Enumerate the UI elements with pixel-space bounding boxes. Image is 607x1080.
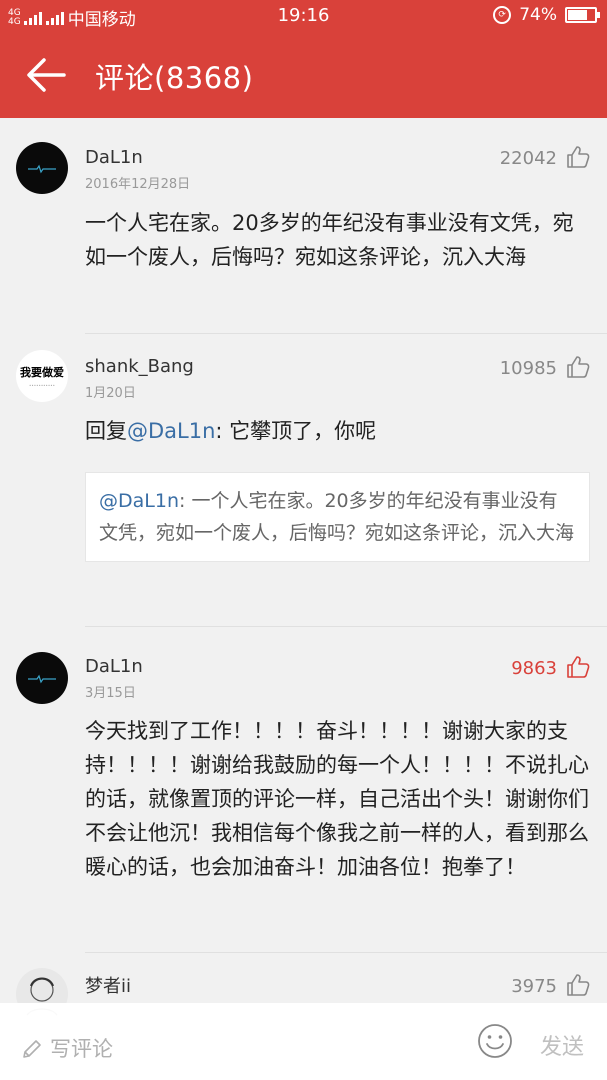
avatar[interactable] xyxy=(16,652,68,704)
battery-fill xyxy=(568,10,587,20)
app-header: 评论(8368) xyxy=(0,32,607,118)
avatar-subtext-decoration: ••••••••••• xyxy=(29,383,55,388)
comment-date: 2016年12月28日 xyxy=(85,177,191,192)
thumbs-up-icon[interactable] xyxy=(565,654,591,680)
comment-date: 3月15日 xyxy=(85,686,136,701)
username[interactable]: DaL1n xyxy=(85,656,143,677)
reply-prefix: 回复 xyxy=(85,419,127,443)
reply-text: 回复@DaL1n: 它攀顶了，你呢 xyxy=(85,414,591,448)
thumbs-up-icon[interactable] xyxy=(565,972,591,998)
avatar[interactable]: 我要做爱 ••••••••••• xyxy=(16,350,68,402)
comment-input-bar: 写评论 发送 xyxy=(0,1003,607,1080)
pencil-icon xyxy=(23,1040,41,1058)
emoji-icon[interactable] xyxy=(476,1022,514,1060)
pulse-icon xyxy=(28,164,56,174)
avatar-text: 我要做爱 xyxy=(20,366,64,379)
username[interactable]: DaL1n xyxy=(85,147,143,168)
quoted-comment[interactable]: @DaL1n: 一个人宅在家。20多岁的年纪没有事业没有文凭，宛如一个废人，后悔… xyxy=(85,472,590,562)
write-comment-input[interactable]: 写评论 xyxy=(50,1033,113,1063)
divider xyxy=(85,952,607,953)
thumbs-up-icon[interactable] xyxy=(565,144,591,170)
comment-text: 今天找到了工作！！！！奋斗！！！！谢谢大家的支持！！！！谢谢给我鼓励的每一个人！… xyxy=(85,719,589,879)
send-button[interactable]: 发送 xyxy=(540,1029,584,1061)
like-count: 10985 xyxy=(499,358,557,379)
page-title: 评论(8368) xyxy=(95,61,254,95)
reply-body: : 它攀顶了，你呢 xyxy=(215,419,377,443)
arrow-left-icon[interactable] xyxy=(22,54,68,96)
username[interactable]: 梦者ii xyxy=(85,972,131,998)
pulse-icon xyxy=(28,674,56,684)
avatar[interactable] xyxy=(16,142,68,194)
battery-icon xyxy=(565,7,600,23)
mention-link[interactable]: @DaL1n xyxy=(127,419,215,443)
username[interactable]: shank_Bang xyxy=(85,356,194,377)
like-count: 9863 xyxy=(511,658,557,679)
status-bar: 4G 4G 中国移动 19:16 ⟳ 74% xyxy=(0,0,607,32)
mention-link[interactable]: @DaL1n xyxy=(99,490,179,512)
thumbs-up-icon[interactable] xyxy=(565,354,591,380)
battery-percent: 74% xyxy=(519,5,557,25)
like-count: 3975 xyxy=(511,976,557,997)
rotation-lock-icon: ⟳ xyxy=(493,6,512,24)
comment-date: 1月20日 xyxy=(85,386,136,401)
divider xyxy=(85,333,607,334)
comment-text: 一个人宅在家。20多岁的年纪没有事业没有文凭，宛如一个废人，后悔吗？宛如这条评论… xyxy=(85,211,574,269)
like-count: 22042 xyxy=(499,148,557,169)
divider xyxy=(85,626,607,627)
status-right: ⟳ 74% xyxy=(493,5,600,25)
